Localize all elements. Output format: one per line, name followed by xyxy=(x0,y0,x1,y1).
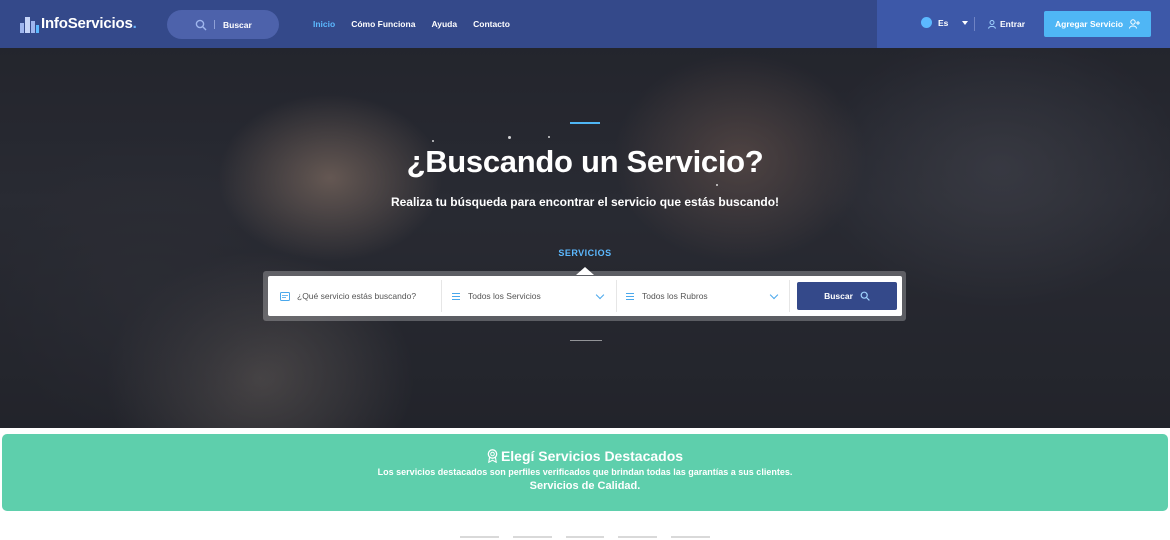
featured-title: Elegí Servicios Destacados xyxy=(2,448,1168,464)
header-divider xyxy=(974,17,975,31)
decor-bar xyxy=(618,536,658,538)
hero-title: ¿Buscando un Servicio? xyxy=(406,144,764,179)
field-separator xyxy=(441,280,442,312)
header-search-label: Buscar xyxy=(223,19,252,30)
decor-dot xyxy=(508,136,511,139)
search-form: ¿Qué servicio estás buscando? Todos los … xyxy=(268,276,902,316)
featured-banner[interactable]: Elegí Servicios Destacados Los servicios… xyxy=(2,434,1168,511)
language-selector[interactable]: Es xyxy=(921,17,969,28)
nav-contacto[interactable]: Contacto xyxy=(473,19,510,29)
header-search-button[interactable]: Buscar xyxy=(167,10,279,39)
hero-accent-line xyxy=(570,122,600,124)
language-label: Es xyxy=(938,17,949,28)
list-icon xyxy=(626,292,634,300)
nav-ayuda[interactable]: Ayuda xyxy=(431,19,457,29)
decor-bar xyxy=(565,536,605,538)
featured-title-text: Elegí Servicios Destacados xyxy=(500,448,684,464)
service-query-placeholder: ¿Qué servicio estás buscando? xyxy=(297,291,417,301)
add-service-button[interactable]: Agregar Servicio xyxy=(1044,11,1151,37)
add-service-label: Agregar Servicio xyxy=(1054,19,1124,29)
tab-servicios-label: SERVICIOS xyxy=(558,248,612,258)
site-logo[interactable]: InfoServicios . xyxy=(20,12,137,34)
decor-bar xyxy=(512,536,552,538)
search-icon xyxy=(860,291,870,301)
main-nav: Inicio Cómo Funciona Ayuda Contacto xyxy=(313,19,526,29)
nav-inicio[interactable]: Inicio xyxy=(313,19,335,29)
search-icon xyxy=(195,19,207,30)
decor-dot xyxy=(716,184,718,186)
search-submit-label: Buscar xyxy=(824,291,853,301)
next-section-peek xyxy=(460,536,710,540)
services-select-value: Todos los Servicios xyxy=(468,291,541,301)
logo-dot: . xyxy=(132,14,137,32)
decor-dot xyxy=(548,136,550,138)
categories-select[interactable]: Todos los Rubros xyxy=(625,276,785,316)
hero-subtitle: Realiza tu búsqueda para encontrar el se… xyxy=(390,195,780,209)
award-icon xyxy=(487,449,498,463)
categories-select-value: Todos los Rubros xyxy=(642,291,708,301)
list-icon xyxy=(452,292,460,300)
buildings-icon xyxy=(20,14,39,33)
services-select[interactable]: Todos los Servicios xyxy=(451,276,611,316)
user-icon xyxy=(988,19,996,29)
featured-description: Los servicios destacados son perfiles ve… xyxy=(377,467,793,477)
featured-tagline: Servicios de Calidad. xyxy=(529,480,641,492)
decor-bar xyxy=(671,536,710,538)
login-link[interactable]: Entrar xyxy=(988,19,1025,29)
add-user-icon xyxy=(1129,19,1141,29)
service-query-input[interactable]: ¿Qué servicio estás buscando? xyxy=(280,276,440,316)
logo-text: InfoServicios xyxy=(41,14,133,32)
nav-como-funciona[interactable]: Cómo Funciona xyxy=(351,19,415,29)
tab-servicios[interactable]: SERVICIOS xyxy=(0,248,1170,258)
caret-down-icon xyxy=(962,20,969,25)
search-submit-button[interactable]: Buscar xyxy=(797,282,897,310)
hero-section: ¿Buscando un Servicio? Realiza tu búsque… xyxy=(0,48,1170,428)
hero-bottom-line xyxy=(570,340,602,341)
field-separator xyxy=(616,280,617,312)
login-label: Entrar xyxy=(1000,19,1026,29)
search-separator xyxy=(214,20,215,29)
field-separator xyxy=(789,280,790,312)
decor-bar xyxy=(460,536,499,538)
decor-dot xyxy=(432,140,434,142)
globe-icon xyxy=(921,17,932,28)
hero-background-photo xyxy=(0,48,1170,428)
id-card-icon xyxy=(280,291,290,301)
